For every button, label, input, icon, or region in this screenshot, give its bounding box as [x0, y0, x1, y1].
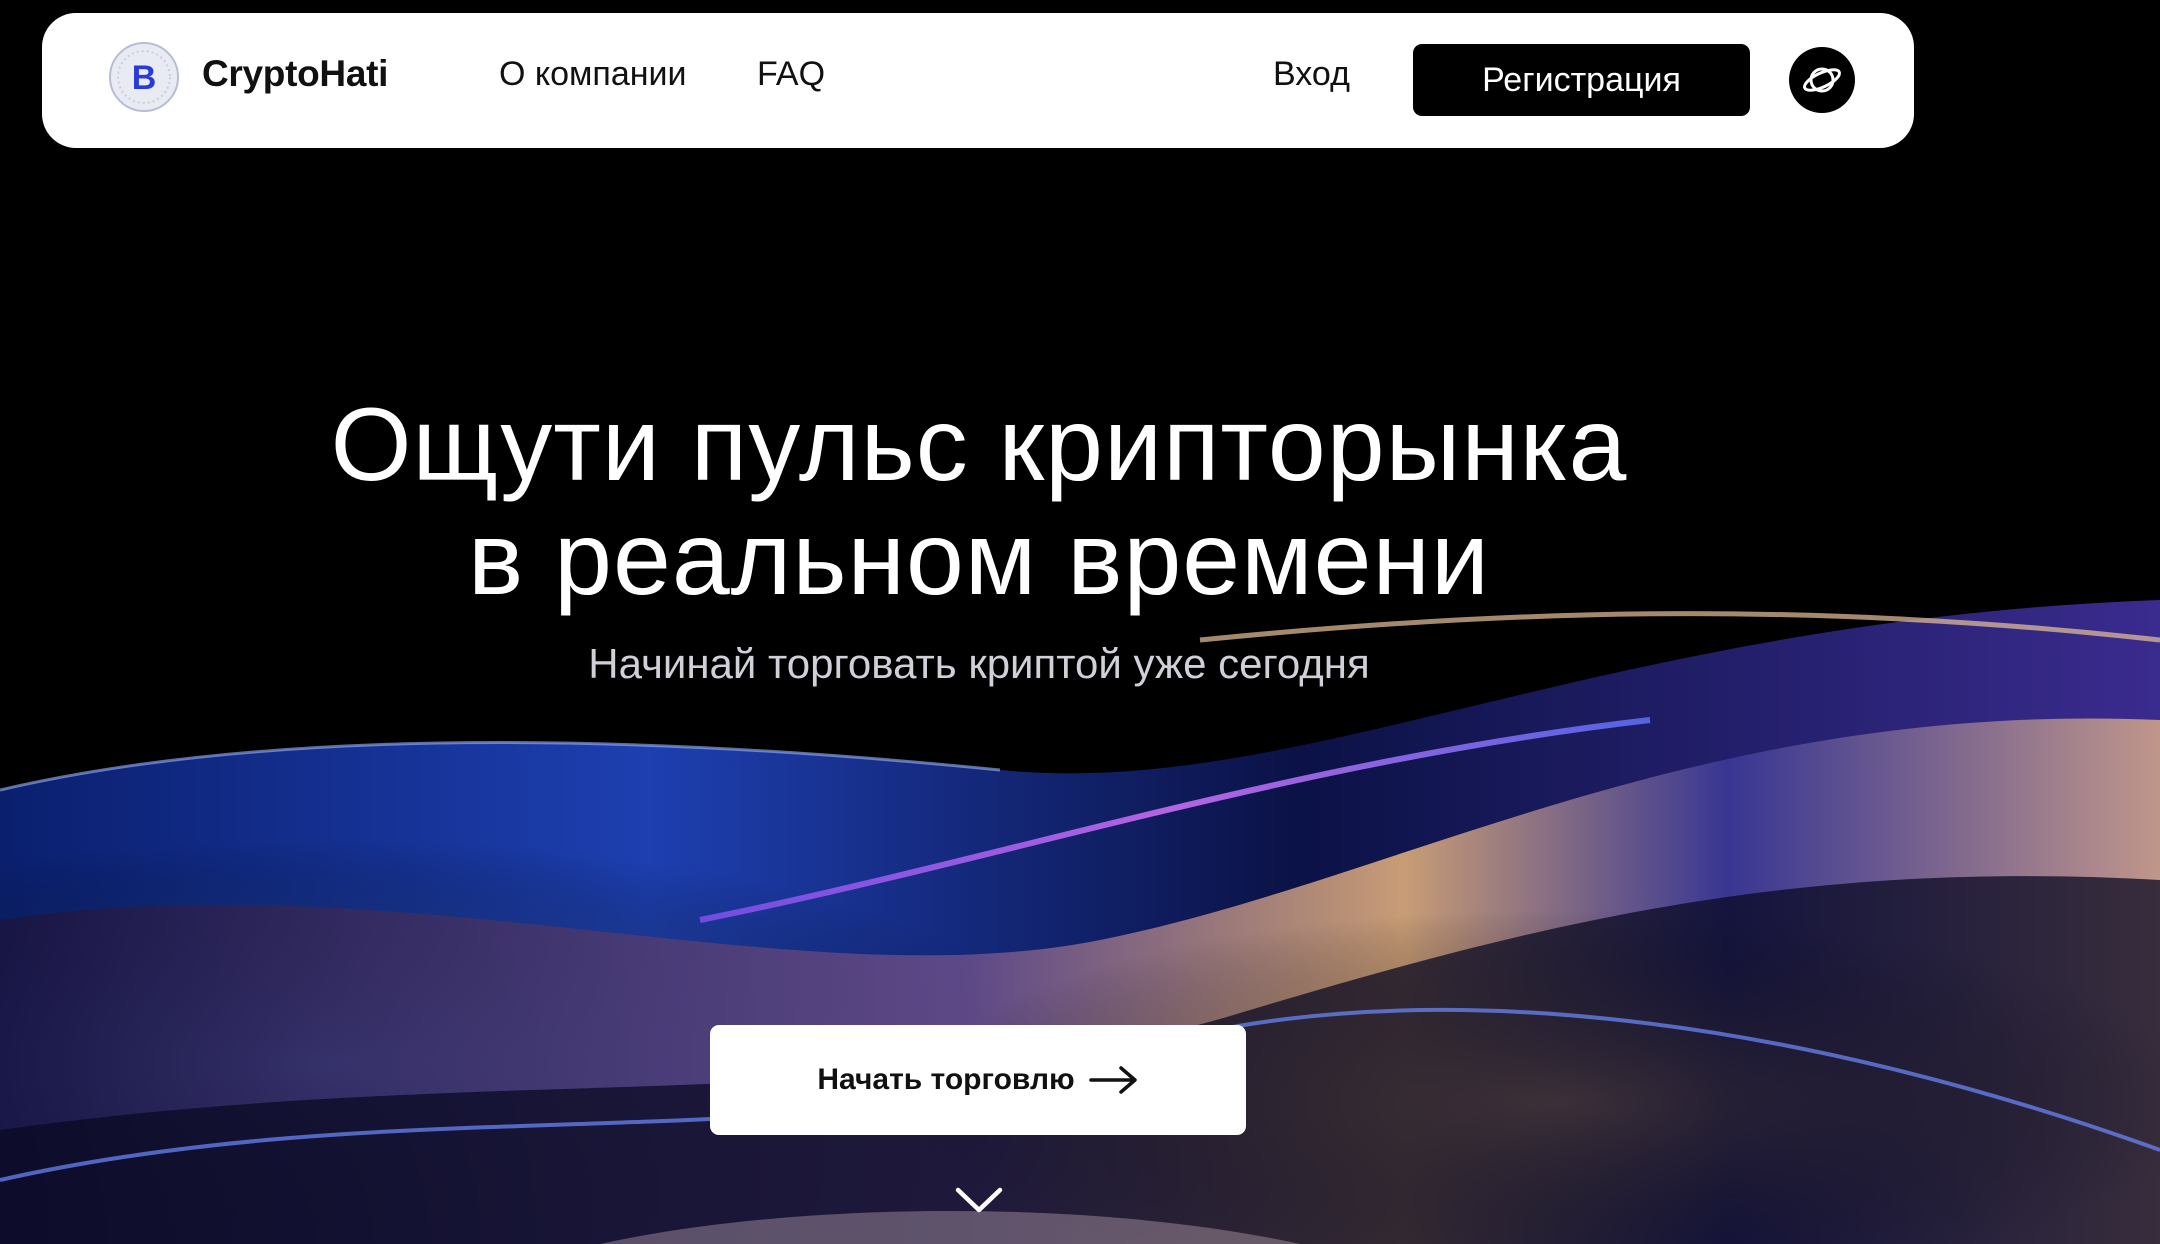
start-trading-label: Начать торговлю: [817, 1063, 1075, 1096]
nav-link-about[interactable]: О компании: [499, 55, 687, 94]
chevron-down-icon[interactable]: [954, 1184, 1004, 1216]
svg-text:B: B: [132, 59, 157, 97]
hero-subtitle: Начинай торговать криптой уже сегодня: [588, 640, 1370, 687]
top-navbar: B CryptoHati О компании FAQ Вход Регистр…: [42, 13, 1914, 148]
landing-page: B CryptoHati О компании FAQ Вход Регистр…: [0, 0, 2160, 1244]
login-link[interactable]: Вход: [1273, 55, 1350, 94]
register-button[interactable]: Регистрация: [1413, 44, 1750, 116]
hero-title-line-1: Ощути пульс крипторынка: [330, 387, 1628, 503]
arrow-right-icon: [1088, 1066, 1137, 1094]
hero-title: Ощути пульс крипторынка в реальном време…: [0, 388, 1958, 616]
planet-icon[interactable]: [1789, 47, 1855, 113]
nav-link-faq[interactable]: FAQ: [757, 55, 825, 94]
hero-title-line-2: в реальном времени: [468, 501, 1490, 617]
bitcoin-coin-icon[interactable]: B: [106, 39, 182, 115]
start-trading-button[interactable]: Начать торговлю: [710, 1025, 1246, 1135]
brand-name[interactable]: CryptoHati: [202, 53, 388, 95]
